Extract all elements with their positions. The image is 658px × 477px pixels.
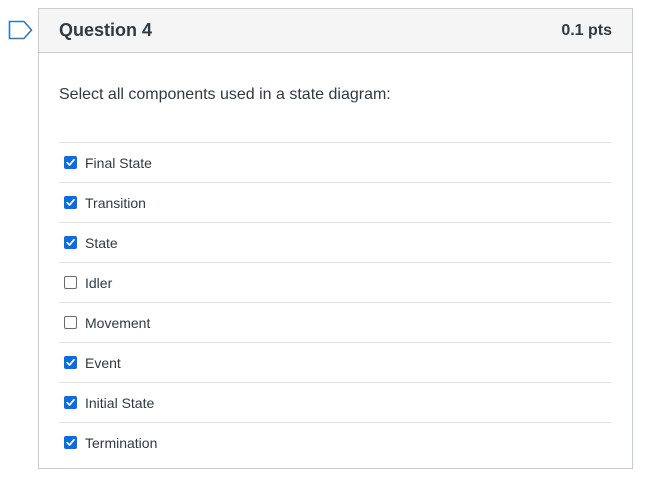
answer-label[interactable]: Termination	[85, 435, 157, 451]
answer-option[interactable]: State	[59, 222, 612, 262]
answer-checkbox[interactable]	[64, 356, 77, 369]
question-card: Question 4 0.1 pts Select all components…	[38, 8, 633, 469]
question-title: Question 4	[59, 20, 153, 40]
checkmark-icon	[66, 398, 75, 406]
checkmark-icon	[66, 198, 75, 206]
answer-checkbox[interactable]	[64, 156, 77, 169]
question-header: Question 4 0.1 pts	[39, 9, 632, 53]
answer-label[interactable]: State	[85, 235, 118, 251]
checkmark-icon	[66, 438, 75, 446]
answer-option[interactable]: Initial State	[59, 382, 612, 422]
checkmark-icon	[66, 158, 75, 166]
question-text: Select all components used in a state di…	[59, 86, 391, 103]
answer-label[interactable]: Final State	[85, 155, 152, 171]
checkmark-icon	[66, 358, 75, 366]
answer-option[interactable]: Event	[59, 342, 612, 382]
answer-checkbox[interactable]	[64, 196, 77, 209]
answer-checkbox[interactable]	[64, 316, 77, 329]
answer-option[interactable]: Termination	[59, 422, 612, 462]
answer-option[interactable]: Idler	[59, 262, 612, 302]
answer-checkbox[interactable]	[64, 276, 77, 289]
answer-label[interactable]: Movement	[85, 315, 150, 331]
answer-checkbox[interactable]	[64, 436, 77, 449]
answer-checkbox[interactable]	[64, 396, 77, 409]
answer-label[interactable]: Transition	[85, 195, 146, 211]
checkmark-icon	[66, 238, 75, 246]
answer-checkbox[interactable]	[64, 236, 77, 249]
question-points: 0.1 pts	[561, 21, 612, 39]
answer-option[interactable]: Movement	[59, 302, 612, 342]
answer-label[interactable]: Initial State	[85, 395, 154, 411]
answer-label[interactable]: Event	[85, 355, 121, 371]
answer-label[interactable]: Idler	[85, 275, 112, 291]
answer-option[interactable]: Transition	[59, 182, 612, 222]
answer-list: Final State Transition State Idler Movem…	[59, 142, 612, 462]
bookmark-flag-icon[interactable]	[8, 20, 34, 40]
quiz-page: Question 4 0.1 pts Select all components…	[0, 0, 658, 477]
question-body: Select all components used in a state di…	[39, 53, 632, 462]
answer-option[interactable]: Final State	[59, 142, 612, 182]
